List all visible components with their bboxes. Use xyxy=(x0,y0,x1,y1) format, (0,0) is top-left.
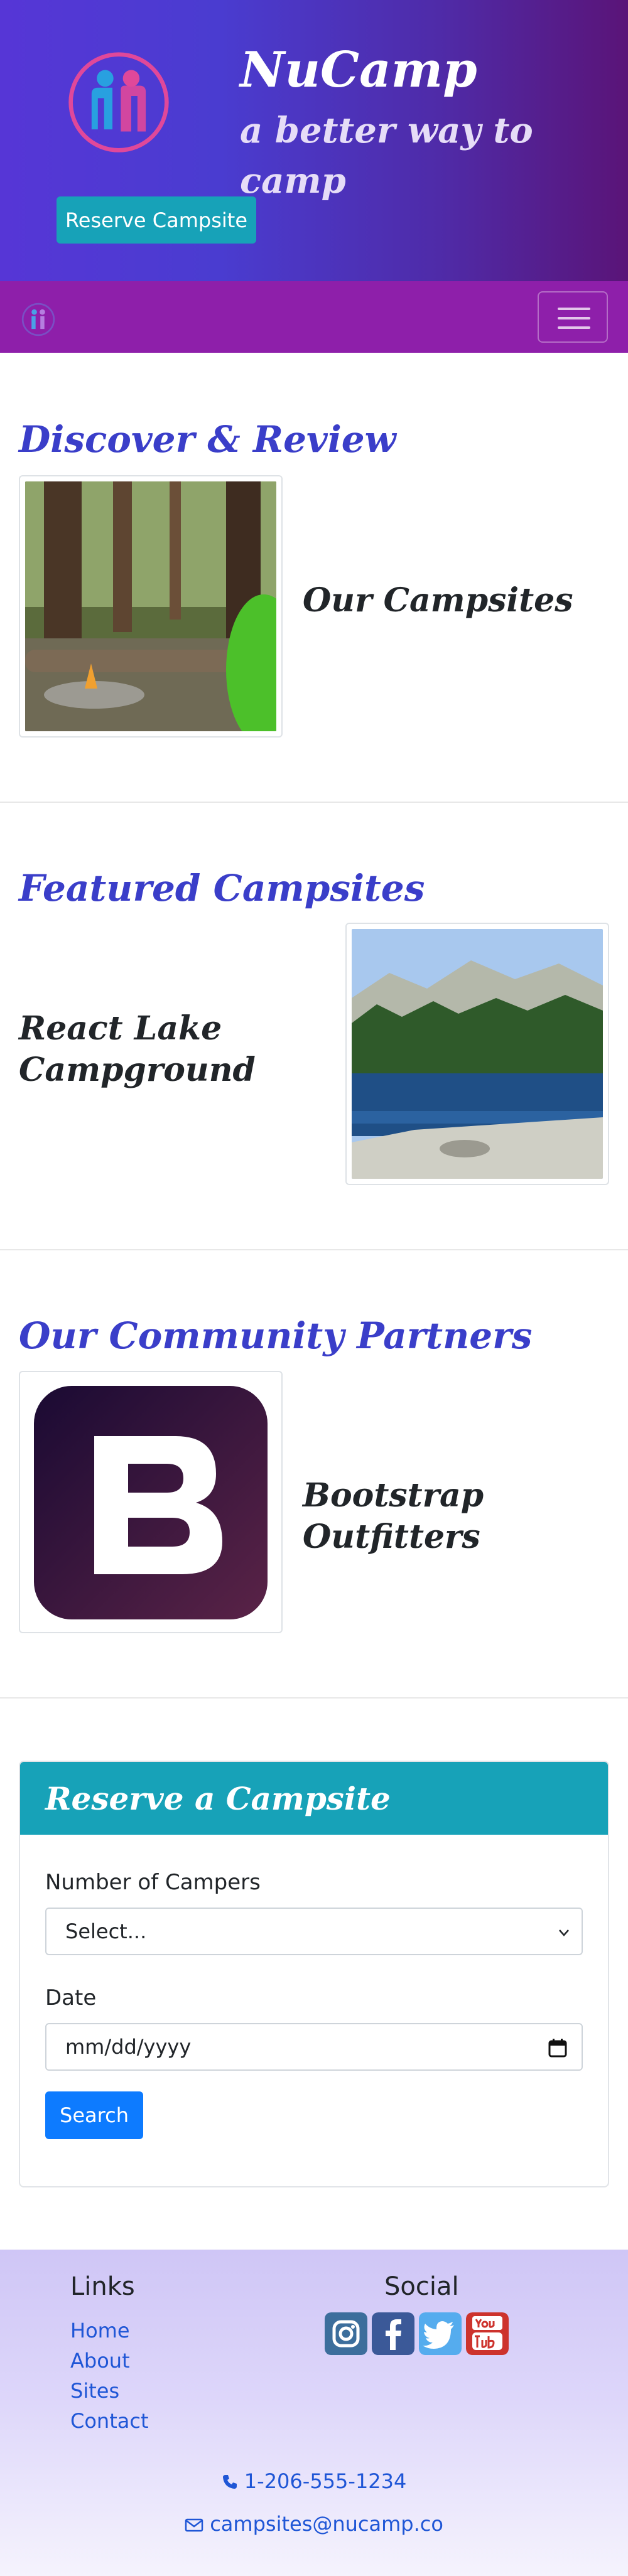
envelope-icon xyxy=(185,2518,203,2532)
footer-social-heading: Social xyxy=(384,2272,459,2301)
featured-campsite-thumbnail xyxy=(345,923,609,1185)
partners-section-title: Our Community Partners xyxy=(19,1314,533,1357)
footer-links-heading: Links xyxy=(70,2272,135,2301)
partner-thumbnail xyxy=(19,1371,283,1633)
featured-item-heading-line1: React Lake xyxy=(19,1009,222,1048)
navbar xyxy=(0,281,628,353)
lake-image xyxy=(352,929,603,1179)
date-label: Date xyxy=(45,1985,97,2010)
date-placeholder: mm/dd/yyyy xyxy=(65,2035,192,2059)
section-divider xyxy=(0,1249,628,1250)
footer: Links Home About Sites Contact Social 1-… xyxy=(0,2250,628,2576)
bootstrap-logo-icon xyxy=(34,1386,268,1619)
partner-item-heading: Bootstrap Outfitters xyxy=(303,1476,484,1556)
brand-title: NuCamp xyxy=(240,41,477,99)
chevron-down-icon xyxy=(559,1929,569,1936)
campers-select[interactable]: Select... xyxy=(45,1908,583,1955)
reserve-campsite-button[interactable]: Reserve Campsite xyxy=(57,196,256,244)
email-address: campsites@nucamp.co xyxy=(210,2512,443,2536)
featured-item-heading-line2: Campground xyxy=(19,1051,256,1089)
campfire-image xyxy=(25,481,276,731)
instagram-icon[interactable] xyxy=(325,2312,367,2355)
nucamp-logo-icon xyxy=(68,52,169,153)
card-title: Reserve a Campsite xyxy=(45,1780,391,1817)
section-divider xyxy=(0,1697,628,1699)
reserve-campsite-card: Reserve a Campsite Number of Campers Sel… xyxy=(19,1761,609,2187)
section-divider xyxy=(0,802,628,803)
footer-link-about[interactable]: About xyxy=(70,2349,130,2373)
twitter-icon[interactable] xyxy=(419,2312,462,2355)
card-header: Reserve a Campsite xyxy=(20,1762,608,1835)
footer-email[interactable]: campsites@nucamp.co xyxy=(0,2512,628,2536)
date-field[interactable]: mm/dd/yyyy xyxy=(45,2023,583,2071)
facebook-icon[interactable] xyxy=(372,2312,414,2355)
hamburger-menu-icon[interactable] xyxy=(538,291,608,343)
footer-link-home[interactable]: Home xyxy=(70,2319,130,2343)
discover-section-title: Discover & Review xyxy=(19,418,396,461)
discover-item-heading: Our Campsites xyxy=(303,581,573,620)
footer-link-contact[interactable]: Contact xyxy=(70,2409,149,2433)
campers-label: Number of Campers xyxy=(45,1870,261,1895)
calendar-icon[interactable] xyxy=(548,2038,568,2058)
youtube-icon[interactable] xyxy=(466,2312,509,2355)
footer-link-sites[interactable]: Sites xyxy=(70,2379,119,2403)
phone-number: 1-206-555-1234 xyxy=(244,2469,407,2493)
featured-section-title: Featured Campsites xyxy=(19,867,425,910)
search-button[interactable]: Search xyxy=(45,2091,143,2139)
campers-selected-value: Select... xyxy=(65,1919,147,1943)
campsite-thumbnail xyxy=(19,475,283,738)
phone-icon xyxy=(222,2475,237,2489)
brand-tagline: a better way to camp xyxy=(240,110,533,201)
nucamp-logo-icon[interactable] xyxy=(21,303,55,336)
footer-phone[interactable]: 1-206-555-1234 xyxy=(0,2469,628,2493)
jumbotron-header: NuCamp a better way to camp Reserve Camp… xyxy=(0,0,628,281)
